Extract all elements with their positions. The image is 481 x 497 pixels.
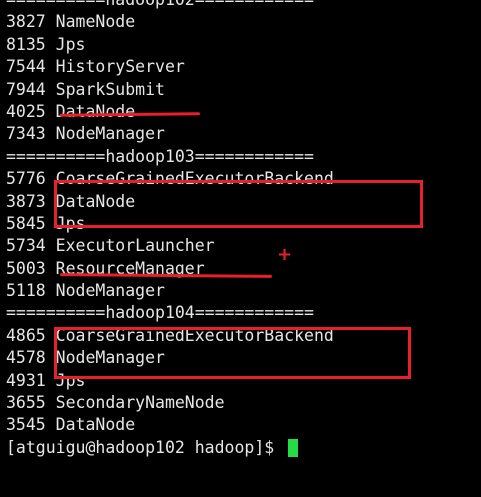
terminal-line: 5776 CoarseGrainedExecutorBackend xyxy=(6,169,334,189)
terminal-line: 4025 DataNode xyxy=(6,101,136,121)
terminal-line: 4865 CoarseGrainedExecutorBackend xyxy=(6,325,334,345)
terminal-line: ==========hadoop104============ xyxy=(6,303,314,323)
terminal-line: ==========hadoop102============ xyxy=(6,0,481,11)
terminal-line: ==========hadoop103============ xyxy=(6,146,314,166)
terminal-line: 7944 SparkSubmit xyxy=(6,79,165,99)
terminal-line: 4578 NodeManager xyxy=(6,348,165,368)
terminal-line: 5845 Jps xyxy=(6,213,86,233)
terminal-line: 5003 ResourceManager xyxy=(6,258,205,278)
shell-prompt-line[interactable]: [atguigu@hadoop102 hadoop]$ xyxy=(6,437,481,459)
terminal-line: 5118 NodeManager xyxy=(6,281,165,301)
terminal-line: 8135 Jps xyxy=(6,34,86,54)
terminal-line: 3873 DataNode xyxy=(6,191,136,211)
terminal-line: 3827 NameNode xyxy=(6,12,136,32)
terminal-output: ==========hadoop102============ 3827 Nam… xyxy=(6,0,481,459)
terminal-line: 4931 Jps xyxy=(6,370,86,390)
terminal-line: 7544 HistoryServer xyxy=(6,57,185,77)
shell-prompt: [atguigu@hadoop102 hadoop]$ xyxy=(6,437,285,457)
terminal-line: 3545 DataNode xyxy=(6,415,136,435)
terminal-line: 7343 NodeManager xyxy=(6,124,165,144)
terminal-line: 5734 ExecutorLauncher xyxy=(6,236,215,256)
text-cursor xyxy=(288,439,299,457)
terminal-window[interactable]: ==========hadoop102============ 3827 Nam… xyxy=(0,0,481,497)
terminal-line: 3655 SecondaryNameNode xyxy=(6,393,225,413)
